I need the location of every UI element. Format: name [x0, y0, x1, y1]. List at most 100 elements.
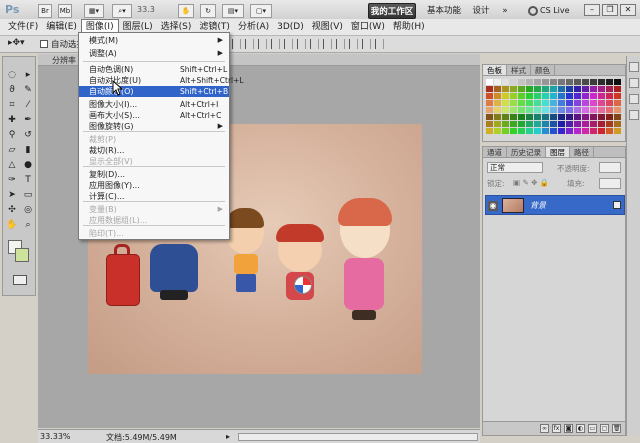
swatch-cell[interactable] — [494, 114, 501, 120]
tab-color[interactable]: 颜色 — [531, 65, 555, 75]
3d-rotate-tool-icon[interactable]: ✣ — [5, 204, 19, 216]
swatch-cell[interactable] — [606, 128, 613, 134]
swatch-cell[interactable] — [582, 93, 589, 99]
swatch-cell[interactable] — [574, 114, 581, 120]
swatch-cell[interactable] — [606, 79, 613, 85]
swatch-cell[interactable] — [486, 107, 493, 113]
pen-tool-icon[interactable]: ✑ — [5, 174, 19, 186]
zoom-level-field[interactable]: 33.3 — [137, 5, 167, 17]
swatch-cell[interactable] — [486, 114, 493, 120]
zoom-tool-icon[interactable]: ⌕ — [21, 219, 35, 231]
swatch-cell[interactable] — [510, 79, 517, 85]
swatch-cell[interactable] — [590, 114, 597, 120]
clone-stamp-tool-icon[interactable]: ⚲ — [5, 129, 19, 141]
swatch-cell[interactable] — [486, 121, 493, 127]
align-hcenter-icon[interactable] — [284, 39, 293, 49]
move-tool-preset-icon[interactable]: ▸✥▾ — [8, 38, 28, 51]
move-tool-icon[interactable]: ▸ — [21, 69, 35, 81]
swatch-cell[interactable] — [534, 100, 541, 106]
swatch-cell[interactable] — [542, 86, 549, 92]
swatch-cell[interactable] — [598, 86, 605, 92]
align-bottom-icon[interactable] — [258, 39, 267, 49]
blur-tool-icon[interactable]: △ — [5, 159, 19, 171]
dock-icon-2[interactable] — [629, 78, 639, 88]
swatch-cell[interactable] — [534, 93, 541, 99]
swatch-cell[interactable] — [582, 121, 589, 127]
swatch-cell[interactable] — [526, 114, 533, 120]
swatch-cell[interactable] — [582, 100, 589, 106]
swatch-cell[interactable] — [606, 86, 613, 92]
image-menu-item[interactable]: 变量(B) ▶ — [79, 204, 229, 215]
swatch-cell[interactable] — [606, 114, 613, 120]
rotate-view-button[interactable]: ↻ — [200, 4, 216, 18]
menu-3d[interactable]: 3D(D) — [273, 19, 308, 35]
swatch-cell[interactable] — [494, 107, 501, 113]
arrange-documents-button[interactable]: ▤▾ — [222, 4, 244, 18]
screen-mode-button[interactable]: ▢▾ — [250, 4, 272, 18]
swatch-cell[interactable] — [486, 86, 493, 92]
swatch-cell[interactable] — [558, 79, 565, 85]
swatch-cell[interactable] — [566, 79, 573, 85]
swatch-cell[interactable] — [574, 121, 581, 127]
swatch-cell[interactable] — [590, 121, 597, 127]
swatch-cell[interactable] — [502, 93, 509, 99]
image-menu-item[interactable]: 应用数据组(L)... — [79, 215, 229, 226]
swatch-cell[interactable] — [534, 79, 541, 85]
swatch-cell[interactable] — [510, 100, 517, 106]
trash-icon[interactable]: 🗑 — [612, 424, 621, 433]
image-menu-item[interactable]: 图像旋转(G) ▶ — [79, 121, 229, 132]
horizontal-scrollbar[interactable] — [238, 433, 478, 441]
swatch-cell[interactable] — [494, 121, 501, 127]
align-left-icon[interactable] — [271, 39, 280, 49]
view-extras-button[interactable]: ▦▾ — [84, 4, 104, 18]
image-menu-item[interactable]: 裁剪(P) — [79, 134, 229, 145]
cs-live-button[interactable]: CS Live — [528, 4, 570, 18]
image-menu-item[interactable]: 模式(M) ▶ — [79, 35, 229, 46]
workspace-more-icon[interactable]: » — [498, 3, 512, 19]
swatch-cell[interactable] — [614, 128, 621, 134]
image-menu-item[interactable]: 应用图像(Y)... — [79, 180, 229, 191]
swatch-cell[interactable] — [510, 114, 517, 120]
new-layer-icon[interactable]: ▢ — [600, 424, 609, 433]
swatch-cell[interactable] — [510, 128, 517, 134]
swatch-cell[interactable] — [574, 100, 581, 106]
bridge-button[interactable]: Br — [38, 4, 52, 18]
gradient-tool-icon[interactable]: ▮ — [21, 144, 35, 156]
swatch-cell[interactable] — [534, 107, 541, 113]
swatch-cell[interactable] — [526, 107, 533, 113]
swatch-cell[interactable] — [566, 86, 573, 92]
align-right-icon[interactable] — [297, 39, 306, 49]
swatch-cell[interactable] — [606, 93, 613, 99]
swatch-cell[interactable] — [542, 114, 549, 120]
swatch-cell[interactable] — [590, 86, 597, 92]
swatch-cell[interactable] — [518, 79, 525, 85]
swatch-cell[interactable] — [510, 107, 517, 113]
swatch-cell[interactable] — [566, 121, 573, 127]
brush-tool-icon[interactable]: ✒ — [21, 114, 35, 126]
swatch-cell[interactable] — [614, 114, 621, 120]
swatch-cell[interactable] — [566, 100, 573, 106]
menu-view[interactable]: 视图(V) — [308, 19, 347, 35]
swatch-cell[interactable] — [542, 107, 549, 113]
swatch-cell[interactable] — [550, 86, 557, 92]
dodge-tool-icon[interactable]: ● — [21, 159, 35, 171]
swatch-cell[interactable] — [518, 114, 525, 120]
swatch-cell[interactable] — [598, 121, 605, 127]
swatch-cell[interactable] — [542, 128, 549, 134]
swatch-cell[interactable] — [526, 86, 533, 92]
swatch-cell[interactable] — [526, 79, 533, 85]
mini-bridge-button[interactable]: Mb — [58, 4, 72, 18]
menu-window[interactable]: 窗口(W) — [347, 19, 389, 35]
type-tool-icon[interactable]: T — [21, 174, 35, 186]
image-menu-item[interactable]: 裁切(R)... — [79, 145, 229, 156]
image-menu-item[interactable]: 复制(D)... — [79, 169, 229, 180]
swatch-cell[interactable] — [566, 93, 573, 99]
link-layers-icon[interactable]: ∞ — [540, 424, 549, 433]
workspace-design-button[interactable]: 设计 — [470, 3, 492, 19]
swatch-cell[interactable] — [550, 100, 557, 106]
swatch-cell[interactable] — [582, 114, 589, 120]
opacity-field[interactable] — [599, 162, 621, 173]
swatch-cell[interactable] — [598, 107, 605, 113]
swatch-cell[interactable] — [558, 100, 565, 106]
layer-style-icon[interactable]: fx — [552, 424, 561, 433]
